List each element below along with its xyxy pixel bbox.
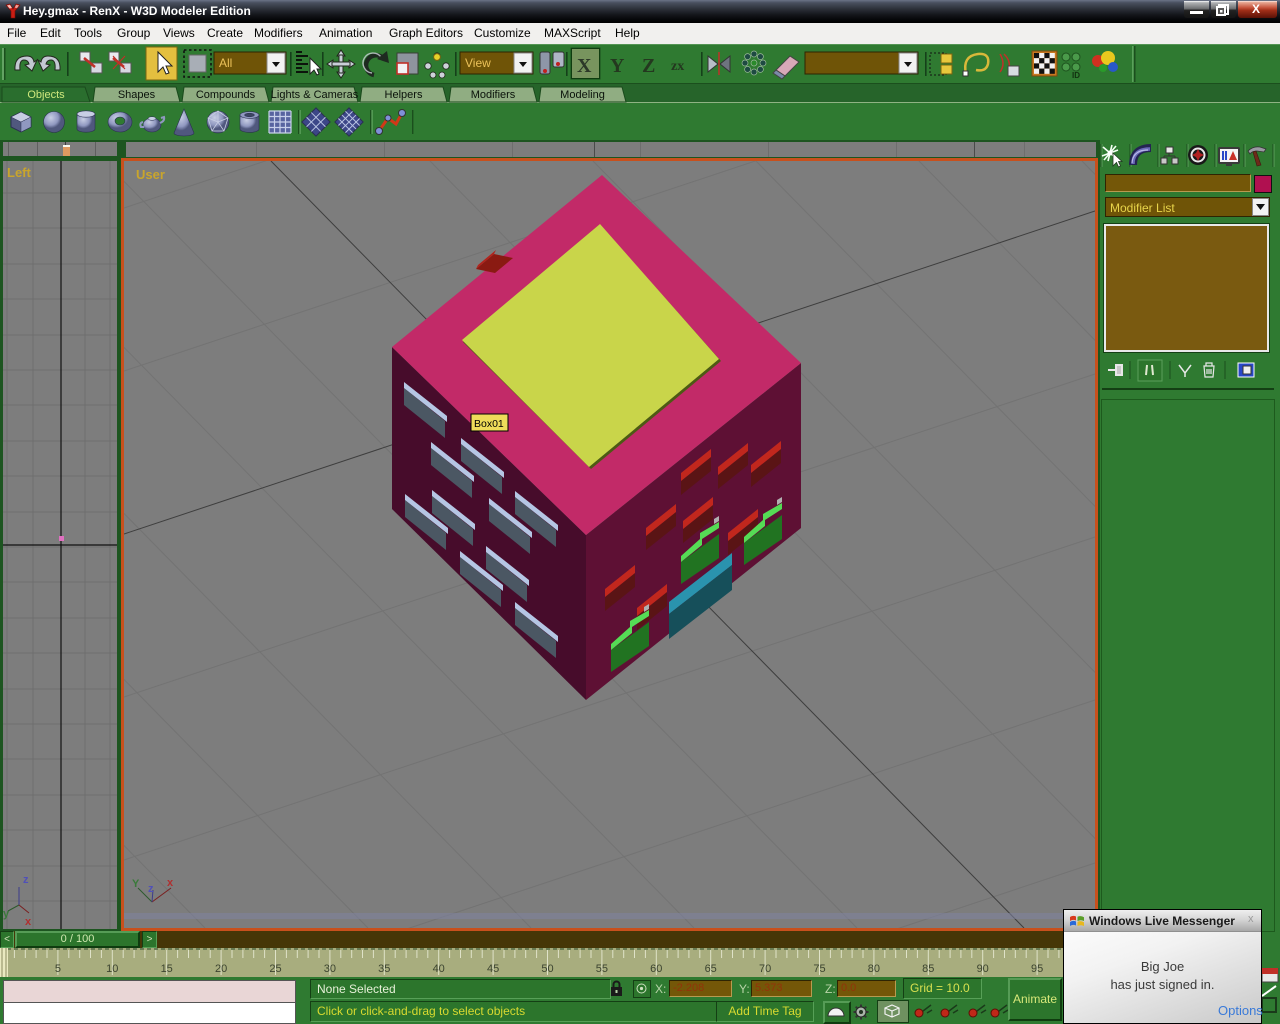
svg-text:Shapes: Shapes — [118, 89, 156, 101]
svg-text:Lights & Cameras: Lights & Cameras — [271, 89, 359, 101]
svg-text:25: 25 — [269, 963, 281, 975]
svg-text:Left: Left — [7, 165, 32, 180]
svg-text:95: 95 — [1031, 963, 1043, 975]
svg-text:View: View — [465, 56, 491, 70]
svg-text:y: y — [3, 908, 10, 920]
svg-text:Y: Y — [610, 55, 625, 77]
svg-text:x: x — [25, 916, 32, 928]
svg-text:Helpers: Helpers — [385, 89, 423, 101]
svg-text:User: User — [136, 167, 165, 182]
svg-text:55: 55 — [596, 963, 608, 975]
svg-text:Z: Z — [642, 55, 655, 77]
svg-text:x: x — [167, 877, 174, 889]
svg-text:40: 40 — [433, 963, 445, 975]
svg-text:X: X — [577, 55, 592, 77]
svg-text:70: 70 — [759, 963, 771, 975]
svg-text:z: z — [23, 874, 29, 886]
svg-text:15: 15 — [161, 963, 173, 975]
svg-text:Y: Y — [132, 878, 140, 890]
svg-text:35: 35 — [378, 963, 390, 975]
svg-text:30: 30 — [324, 963, 336, 975]
svg-text:85: 85 — [922, 963, 934, 975]
svg-text:Objects: Objects — [27, 89, 65, 101]
svg-text:75: 75 — [813, 963, 825, 975]
svg-text:Modeling: Modeling — [560, 89, 605, 101]
svg-text:z: z — [148, 883, 154, 895]
svg-text:50: 50 — [541, 963, 553, 975]
svg-text:80: 80 — [868, 963, 880, 975]
svg-text:All: All — [219, 56, 232, 70]
svg-text:ID: ID — [1072, 71, 1080, 80]
svg-text:Box01: Box01 — [474, 418, 504, 430]
svg-text:65: 65 — [705, 963, 717, 975]
svg-text:10: 10 — [106, 963, 118, 975]
svg-text:90: 90 — [977, 963, 989, 975]
svg-text:45: 45 — [487, 963, 499, 975]
svg-text:5: 5 — [55, 963, 61, 975]
svg-text:Compounds: Compounds — [196, 89, 256, 101]
svg-text:60: 60 — [650, 963, 662, 975]
svg-text:zx: zx — [671, 59, 684, 74]
svg-text:20: 20 — [215, 963, 227, 975]
svg-text:Modifiers: Modifiers — [471, 89, 516, 101]
